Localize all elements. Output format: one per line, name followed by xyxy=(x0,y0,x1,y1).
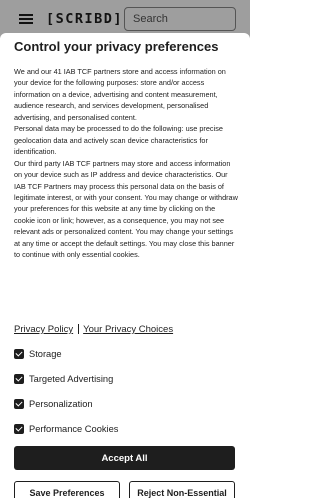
checkbox-checked-icon[interactable] xyxy=(14,424,24,434)
consent-body: We and our 41 IAB TCF partners store and… xyxy=(14,66,238,261)
link-divider xyxy=(78,324,80,335)
checkbox-checked-icon[interactable] xyxy=(14,374,24,384)
consent-title: Control your privacy preferences xyxy=(14,39,219,54)
option-performance-cookies[interactable]: Performance Cookies xyxy=(14,422,118,436)
option-personalization[interactable]: Personalization xyxy=(14,397,93,411)
option-label: Storage xyxy=(29,349,62,359)
consent-paragraph: We and our 41 IAB TCF partners store and… xyxy=(14,67,226,122)
save-preferences-button[interactable]: Save Preferences xyxy=(14,481,120,498)
checkbox-checked-icon[interactable] xyxy=(14,399,24,409)
privacy-policy-link[interactable]: Privacy Policy xyxy=(14,324,73,335)
reject-non-essential-button[interactable]: Reject Non-Essential xyxy=(129,481,235,498)
privacy-choices-link[interactable]: Your Privacy Choices xyxy=(83,324,173,335)
option-label: Personalization xyxy=(29,399,93,409)
checkbox-checked-icon[interactable] xyxy=(14,349,24,359)
policy-links: Privacy Policy Your Privacy Choices xyxy=(14,324,173,336)
consent-paragraph: Personal data may be processed to do the… xyxy=(14,124,223,157)
accept-all-button[interactable]: Accept All xyxy=(14,446,235,470)
privacy-consent-panel: Control your privacy preferences We and … xyxy=(0,33,250,498)
consent-paragraph: Our third party IAB TCF partners may sto… xyxy=(14,158,238,260)
option-label: Targeted Advertising xyxy=(29,374,114,384)
option-targeted-advertising[interactable]: Targeted Advertising xyxy=(14,372,113,386)
option-storage[interactable]: Storage xyxy=(14,347,62,361)
option-label: Performance Cookies xyxy=(29,424,119,434)
